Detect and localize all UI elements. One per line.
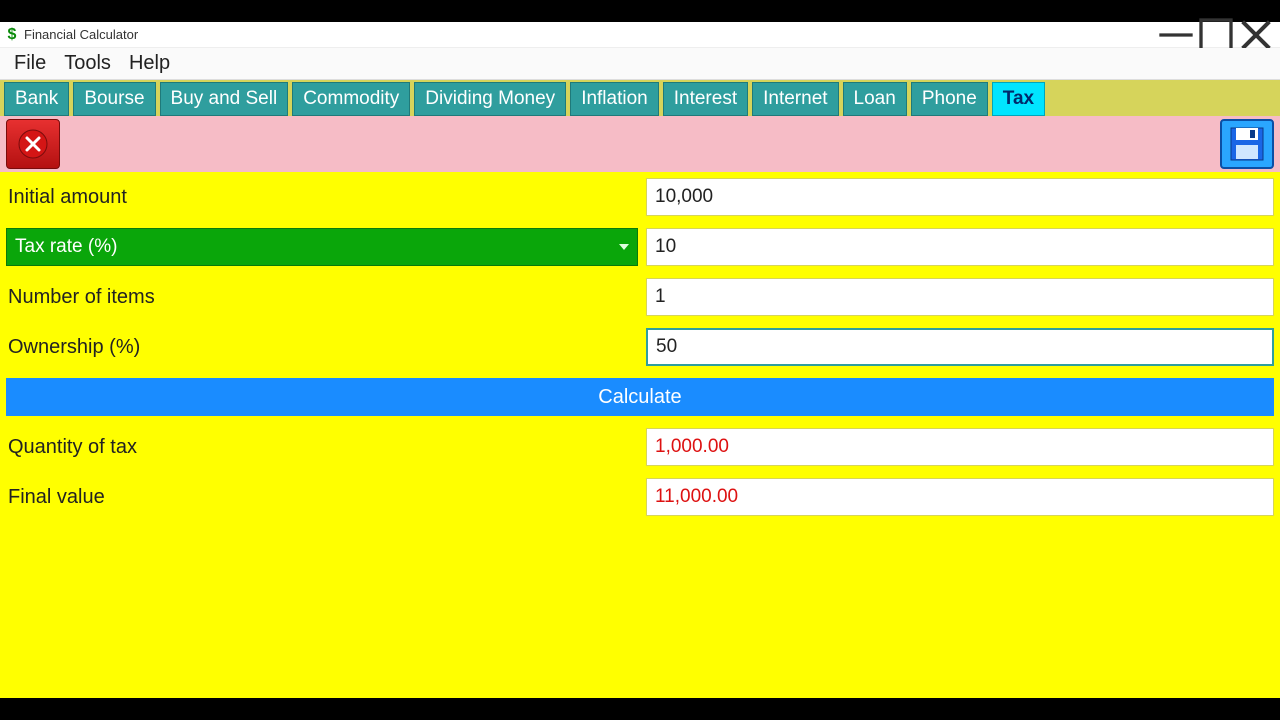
num-items-label: Number of items — [6, 278, 638, 316]
ownership-input[interactable]: 50 — [646, 328, 1274, 366]
tab-buy-and-sell[interactable]: Buy and Sell — [160, 82, 289, 116]
save-icon — [1228, 125, 1266, 163]
initial-amount-label: Initial amount — [6, 178, 638, 216]
tab-inflation[interactable]: Inflation — [570, 82, 659, 116]
menu-tools[interactable]: Tools — [64, 52, 111, 75]
calculate-button[interactable]: Calculate — [6, 378, 1274, 416]
save-button[interactable] — [1220, 119, 1274, 169]
app-window: $ Financial Calculator File Tools Help B… — [0, 22, 1280, 698]
tab-tax[interactable]: Tax — [992, 82, 1045, 116]
num-items-input[interactable]: 1 — [646, 278, 1274, 316]
tab-internet[interactable]: Internet — [752, 82, 838, 116]
filler — [6, 528, 1274, 698]
initial-amount-input[interactable]: 10,000 — [646, 178, 1274, 216]
tab-phone[interactable]: Phone — [911, 82, 988, 116]
clear-button[interactable] — [6, 119, 60, 169]
maximize-button[interactable] — [1196, 22, 1236, 48]
menu-file[interactable]: File — [14, 52, 46, 75]
window-title: Financial Calculator — [24, 27, 138, 42]
chevron-down-icon — [619, 244, 629, 250]
tab-interest[interactable]: Interest — [663, 82, 748, 116]
tabstrip: Bank Bourse Buy and Sell Commodity Divid… — [0, 80, 1280, 116]
final-value-label: Final value — [6, 478, 638, 516]
quantity-tax-output: 1,000.00 — [646, 428, 1274, 466]
menu-help[interactable]: Help — [129, 52, 170, 75]
ownership-label: Ownership (%) — [6, 328, 638, 366]
tab-commodity[interactable]: Commodity — [292, 82, 410, 116]
tax-rate-input[interactable]: 10 — [646, 228, 1274, 266]
quantity-tax-label: Quantity of tax — [6, 428, 638, 466]
close-icon — [17, 128, 49, 160]
row-tax-rate: Tax rate (%) 10 — [6, 228, 1274, 266]
tab-bourse[interactable]: Bourse — [73, 82, 155, 116]
tax-rate-dropdown[interactable]: Tax rate (%) — [6, 228, 638, 266]
close-window-button[interactable] — [1236, 22, 1276, 48]
row-quantity-tax: Quantity of tax 1,000.00 — [6, 428, 1274, 466]
row-calculate: Calculate — [6, 378, 1274, 416]
titlebar: $ Financial Calculator — [0, 22, 1280, 48]
menubar: File Tools Help — [0, 48, 1280, 80]
row-initial-amount: Initial amount 10,000 — [6, 178, 1274, 216]
final-value-output: 11,000.00 — [646, 478, 1274, 516]
dollar-icon: $ — [4, 27, 20, 43]
tax-rate-dropdown-label: Tax rate (%) — [15, 236, 117, 258]
form-area: Initial amount 10,000 Tax rate (%) 10 Nu… — [0, 172, 1280, 698]
row-final-value: Final value 11,000.00 — [6, 478, 1274, 516]
tab-bank[interactable]: Bank — [4, 82, 69, 116]
minimize-button[interactable] — [1156, 22, 1196, 48]
tab-dividing-money[interactable]: Dividing Money — [414, 82, 566, 116]
toolbar — [0, 116, 1280, 172]
row-ownership: Ownership (%) 50 — [6, 328, 1274, 366]
tab-loan[interactable]: Loan — [843, 82, 907, 116]
row-num-items: Number of items 1 — [6, 278, 1274, 316]
